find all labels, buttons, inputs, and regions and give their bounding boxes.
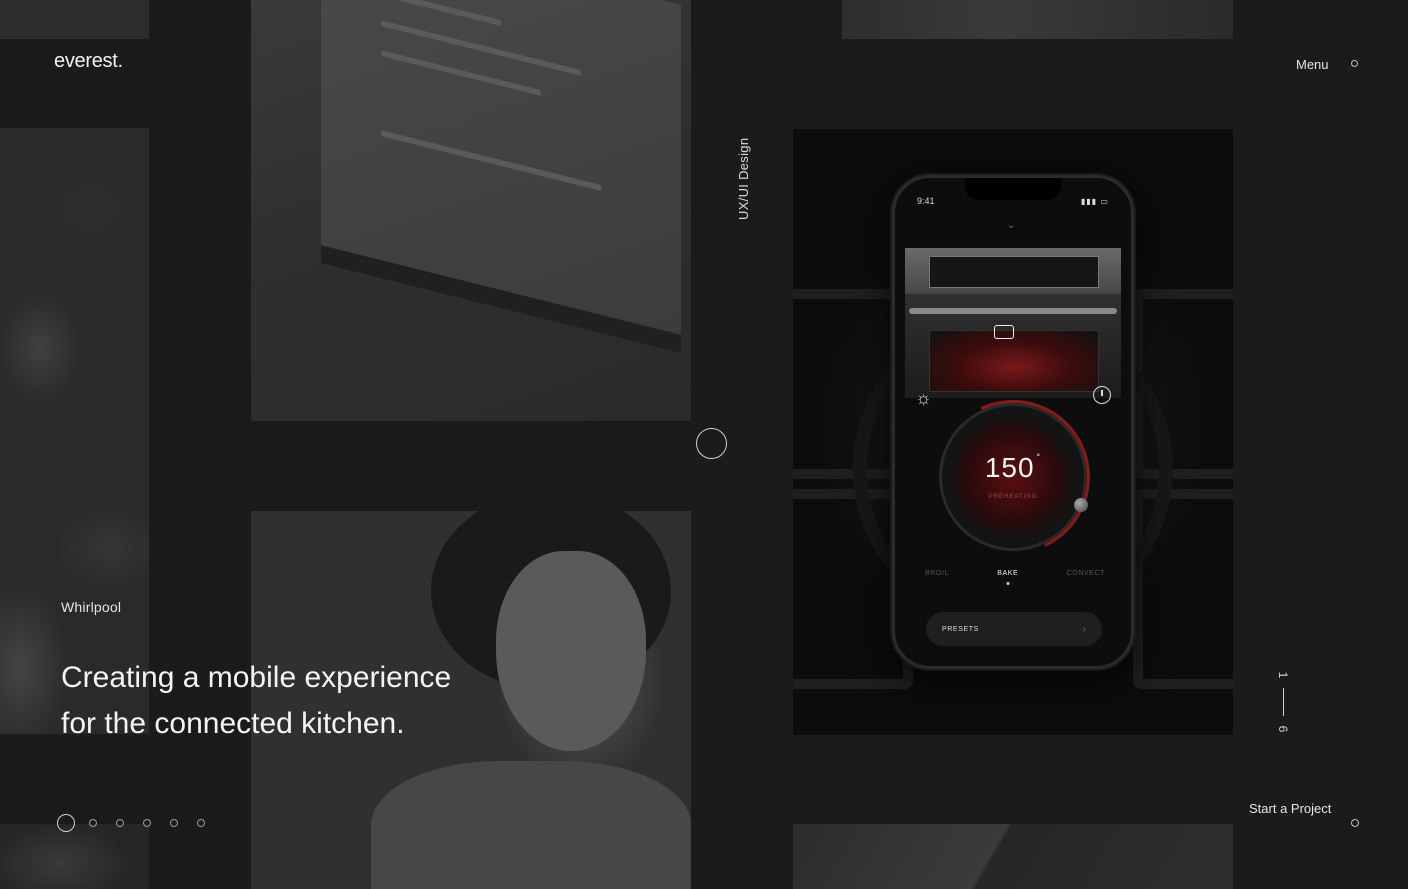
logo[interactable]: everest. [54,50,123,73]
chevron-down-icon: ⌄ [1007,220,1016,231]
camera-icon [994,325,1014,339]
start-project-link[interactable]: Start a Project [1249,801,1331,816]
bg-tile-top-right [842,0,1233,39]
dial-knob [1074,498,1088,512]
laptop-ui-line [381,20,581,76]
laptop-ui-line [381,130,601,191]
bg-tile-left-photo [0,128,149,734]
mode-convect: CONVECT [1066,570,1105,577]
bg-tile-laptop-photo [251,0,691,421]
presets-label: PRESETS [942,625,979,633]
degree-symbol: ° [1036,452,1042,462]
temperature-number: 150 [984,452,1035,483]
phone-status-time: 9:41 [917,196,935,206]
pagination-dot-2[interactable] [89,819,97,827]
project-headline[interactable]: Creating a mobile experience for the con… [61,655,531,747]
bg-tile-bottom-left [0,824,149,889]
chevron-right-icon: › [1082,623,1086,635]
project-category: UX/UI Design [736,137,751,220]
phone-mockup: 9:41 ▮▮▮ ▭ ⌄ ☼ 150 ° PREHEATING BROIL BAK… [892,175,1134,669]
dial-status: PREHEATING [988,494,1038,500]
menu-circle-icon[interactable] [1351,60,1358,67]
phone-notch [965,178,1061,200]
pagination-dot-3[interactable] [116,819,124,827]
bg-tile-top-left [0,0,149,39]
slide-current: 1 [1276,671,1290,679]
slide-total: 6 [1276,725,1290,733]
headline-line-2: for the connected kitchen. [61,707,405,740]
slider-pagination [57,814,224,832]
temperature-value: 150 ° [942,452,1084,484]
oven-window [929,330,1099,392]
presets-bar: PRESETS › [926,612,1102,646]
slide-counter-divider [1282,688,1284,716]
light-icon: ☼ [915,388,932,408]
mode-bake: BAKE [997,570,1019,577]
cooking-modes: BROIL BAKE CONVECT [925,570,1105,577]
pagination-dot-4[interactable] [143,819,151,827]
hero-project-image[interactable]: 9:41 ▮▮▮ ▭ ⌄ ☼ 150 ° PREHEATING BROIL BAK… [793,129,1233,735]
portrait-shirt [371,761,691,889]
slide-counter: 1 6 [1270,668,1296,738]
oven-handle [909,308,1117,314]
pagination-dot-1[interactable] [57,814,75,832]
menu-button[interactable]: Menu [1296,57,1329,72]
headline-line-1: Creating a mobile experience [61,661,452,694]
timer-icon [1093,386,1111,404]
pagination-dot-6[interactable] [197,819,205,827]
oven-control-panel [929,256,1099,288]
laptop-illustration [321,0,681,353]
pagination-dot-5[interactable] [170,819,178,827]
laptop-ui-line [381,0,501,27]
oven-image [905,248,1121,398]
bg-tile-bottom-right [793,824,1233,889]
mode-broil: BROIL [925,570,950,577]
project-client: Whirlpool [61,599,122,615]
temperature-dial: 150 ° PREHEATING [914,378,1112,576]
signal-battery-icon: ▮▮▮ ▭ [1081,197,1109,206]
cursor-circle [696,428,727,459]
start-project-circle-icon[interactable] [1351,819,1359,827]
